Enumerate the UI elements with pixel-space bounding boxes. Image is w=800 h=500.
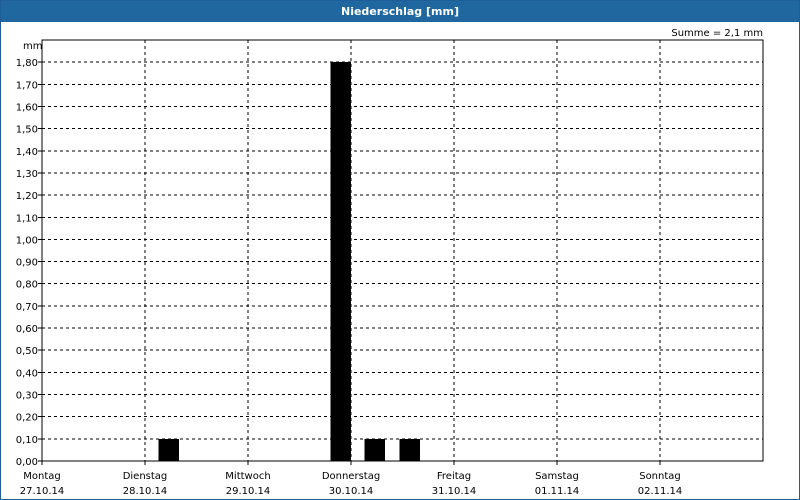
y-tick-label: 1,80 (16, 58, 38, 69)
y-tick-label: 1,30 (16, 169, 38, 180)
x-tick-weekday: Sonntag (639, 471, 681, 482)
x-tick-date: 01.11.14 (535, 486, 580, 497)
chart-window: Niederschlag [mm] Summe = 2,1 mm mm 0,00… (0, 0, 800, 500)
y-tick-label: 1,10 (16, 213, 38, 224)
y-tick-label: 1,20 (16, 191, 38, 202)
y-tick-label: 1,60 (16, 102, 38, 113)
y-tick-label: 0,10 (16, 435, 38, 446)
y-tick-label: 1,00 (16, 235, 38, 246)
precipitation-bar (399, 438, 421, 461)
precipitation-bar (330, 62, 351, 461)
y-tick-label: 0,00 (16, 457, 38, 468)
y-tick-label: 0,80 (16, 280, 38, 291)
x-tick-date: 02.11.14 (638, 486, 683, 497)
precipitation-bar (158, 438, 179, 461)
x-tick-weekday: Donnerstag (322, 471, 380, 482)
y-tick-label: 1,50 (16, 125, 38, 136)
plot-area-border (41, 39, 764, 462)
x-tick-weekday: Dienstag (123, 471, 168, 482)
x-tick-weekday: Montag (23, 471, 60, 482)
x-tick-date: 29.10.14 (226, 486, 271, 497)
y-tick-label: 1,70 (16, 80, 38, 91)
x-tick-date: 28.10.14 (123, 486, 168, 497)
precipitation-chart: 0,00 0,10 0,20 0,30 0,40 0,50 0,60 0,70 0,80 0,90… (16, 39, 764, 497)
y-tick-label: 0,70 (16, 302, 38, 313)
y-tick-label: 0,40 (16, 368, 38, 379)
y-tick-label: 1,40 (16, 147, 38, 158)
y-tick-label: 0,30 (16, 391, 38, 402)
x-tick-date: 31.10.14 (432, 486, 477, 497)
y-tick-label: 0,60 (16, 324, 38, 335)
x-tick-weekday: Samstag (535, 471, 579, 482)
y-tick-label: 0,20 (16, 413, 38, 424)
precipitation-bar (364, 438, 385, 461)
x-tick-date: 30.10.14 (329, 486, 374, 497)
y-tick-label: 0,50 (16, 346, 38, 357)
x-tick-weekday: Mittwoch (225, 471, 270, 482)
x-tick-date: 27.10.14 (20, 486, 65, 497)
y-tick-label: 0,90 (16, 258, 38, 269)
x-tick-weekday: Freitag (437, 471, 471, 482)
